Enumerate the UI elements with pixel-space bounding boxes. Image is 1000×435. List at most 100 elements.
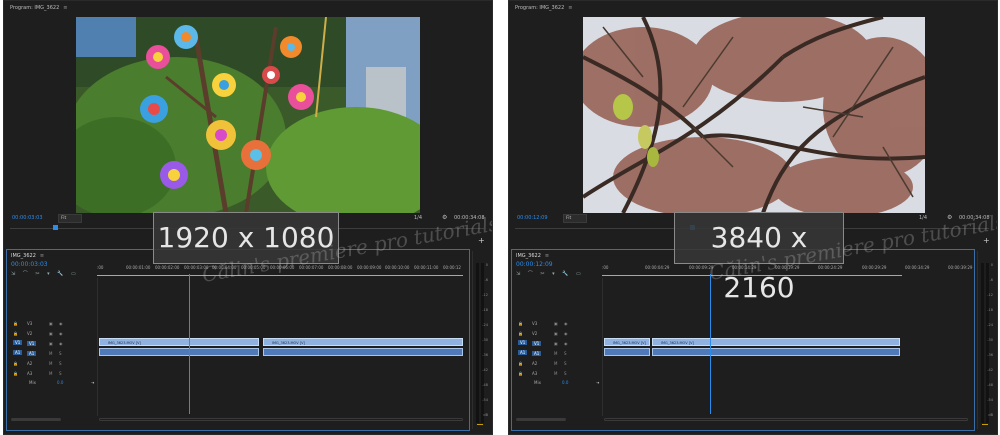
sequence-tab-label: IMG_3622 bbox=[516, 253, 541, 259]
solo-button[interactable]: S bbox=[59, 351, 62, 356]
audio-clip[interactable] bbox=[99, 348, 259, 356]
program-monitor-tab[interactable]: Program: IMG_3622 ≡ bbox=[10, 5, 67, 11]
playback-resolution[interactable]: 1/4 bbox=[919, 215, 927, 221]
timeline-playhead-line[interactable] bbox=[710, 274, 711, 414]
lock-icon[interactable]: 🔒 bbox=[13, 371, 18, 376]
audio-clip[interactable] bbox=[263, 348, 463, 356]
timeline-tools[interactable]: ⇲ ⌒ ✂ ▾ 🔧 ▭ bbox=[11, 270, 79, 277]
film-icon[interactable]: ▣ bbox=[49, 341, 53, 346]
program-monitor-tab[interactable]: Program: IMG_3622 ≡ bbox=[515, 5, 572, 11]
eye-icon[interactable]: ◉ bbox=[564, 321, 568, 326]
video-clip[interactable]: IMG_3623.MOV [V] bbox=[652, 338, 900, 346]
lock-icon[interactable]: 🔒 bbox=[13, 361, 18, 366]
audio-clip[interactable] bbox=[604, 348, 650, 356]
eye-icon[interactable]: ◉ bbox=[564, 331, 568, 336]
meter-scale-label: -54 bbox=[987, 398, 993, 402]
close-icon[interactable]: ≡ bbox=[545, 253, 549, 259]
film-icon[interactable]: ▣ bbox=[554, 331, 558, 336]
meter-scale-label: -54 bbox=[482, 398, 488, 402]
mute-button[interactable]: M bbox=[554, 371, 557, 376]
zoom-fit-dropdown[interactable]: Fit bbox=[563, 214, 587, 223]
film-icon[interactable]: ▣ bbox=[49, 331, 53, 336]
source-patch-a1[interactable]: A1 bbox=[13, 350, 23, 355]
zoom-fit-dropdown[interactable]: Fit bbox=[58, 214, 82, 223]
mix-label: Mix bbox=[534, 380, 541, 385]
meter-scale-label: -42 bbox=[482, 368, 488, 372]
film-icon[interactable]: ▣ bbox=[554, 341, 558, 346]
solo-button[interactable]: S bbox=[564, 371, 567, 376]
timeline-scrollbar[interactable] bbox=[604, 418, 968, 421]
wrench-icon[interactable]: ⚙ bbox=[947, 214, 952, 221]
source-patch-a1[interactable]: A1 bbox=[518, 350, 528, 355]
meter-level bbox=[477, 424, 483, 425]
source-patch-v1[interactable]: V1 bbox=[13, 340, 23, 345]
video-clip[interactable]: IMG_3623.MOV [V] bbox=[99, 338, 259, 346]
sequence-tab-label: IMG_3622 bbox=[11, 253, 36, 259]
audio-meter: 0 -6 -12 -18 -24 -30 -36 -42 -48 -54 dB bbox=[472, 251, 489, 429]
work-area-bar[interactable] bbox=[97, 275, 463, 276]
playhead-timecode[interactable]: 00:00:12:09 bbox=[517, 215, 548, 221]
source-patch-v1[interactable]: V1 bbox=[518, 340, 528, 345]
end-icon[interactable]: ⇥ bbox=[91, 380, 94, 385]
header-scrollbar[interactable] bbox=[516, 418, 566, 421]
lock-icon[interactable]: 🔒 bbox=[13, 321, 18, 326]
mix-value[interactable]: 0.0 bbox=[562, 380, 568, 385]
ruler-tick-label: 00:00:08:00 bbox=[328, 265, 353, 270]
header-scrollbar[interactable] bbox=[11, 418, 61, 421]
mute-button[interactable]: M bbox=[554, 361, 557, 366]
ruler-tick-label: 00:00:04:29 bbox=[645, 265, 670, 270]
sequence-timecode[interactable]: 00:00:12:09 bbox=[516, 261, 553, 268]
lock-icon[interactable]: 🔒 bbox=[518, 331, 523, 336]
ruler-tick-label: 00:00:05:00 bbox=[241, 265, 266, 270]
ruler-tick-label: 00:00:24:29 bbox=[818, 265, 843, 270]
eye-icon[interactable]: ◉ bbox=[59, 331, 63, 336]
scrubber-playhead[interactable] bbox=[53, 225, 58, 230]
solo-button[interactable]: S bbox=[59, 371, 62, 376]
video-clip[interactable]: IMG_3623.MOV [V] bbox=[263, 338, 463, 346]
close-icon[interactable]: ≡ bbox=[63, 5, 67, 11]
eye-icon[interactable]: ◉ bbox=[59, 321, 63, 326]
playhead-timecode[interactable]: 00:00:03:03 bbox=[12, 215, 43, 221]
timeline-tools[interactable]: ⇲ ⌒ ✂ ▾ 🔧 ▭ bbox=[516, 270, 584, 277]
clip-name: IMG_3623.MOV [V] bbox=[108, 341, 141, 345]
clip-name: IMG_3623.MOV [V] bbox=[661, 341, 694, 345]
solo-button[interactable]: S bbox=[564, 361, 567, 366]
ruler-tick-label: 00:00:11:00 bbox=[414, 265, 439, 270]
plus-icon[interactable]: + bbox=[983, 236, 990, 245]
solo-button[interactable]: S bbox=[59, 361, 62, 366]
sequence-tab[interactable]: IMG_3622 ≡ bbox=[516, 253, 549, 259]
lock-icon[interactable]: 🔒 bbox=[518, 371, 523, 376]
track-label: A3 bbox=[27, 371, 33, 376]
right-premiere-window: Program: IMG_3622 ≡ 00:00:12:09 Fit 1/4 … bbox=[508, 0, 998, 435]
audio-clip[interactable] bbox=[652, 348, 900, 356]
track-label: A2 bbox=[27, 361, 33, 366]
sequence-timecode[interactable]: 00:00:03:03 bbox=[11, 261, 48, 268]
ruler-tick-label: 00:00:12 bbox=[443, 265, 461, 270]
mix-value[interactable]: 0.0 bbox=[57, 380, 63, 385]
sequence-tab[interactable]: IMG_3622 ≡ bbox=[11, 253, 44, 259]
mute-button[interactable]: M bbox=[49, 351, 52, 356]
mute-button[interactable]: M bbox=[554, 351, 557, 356]
plus-icon[interactable]: + bbox=[478, 236, 485, 245]
video-clip[interactable]: IMG_3623.MOV [V] bbox=[604, 338, 650, 346]
lock-icon[interactable]: 🔒 bbox=[13, 331, 18, 336]
film-icon[interactable]: ▣ bbox=[49, 321, 53, 326]
end-icon[interactable]: ⇥ bbox=[596, 380, 599, 385]
ruler-tick-label: 00:00:39:29 bbox=[948, 265, 973, 270]
eye-icon[interactable]: ◉ bbox=[564, 341, 568, 346]
mute-button[interactable]: M bbox=[49, 361, 52, 366]
mute-button[interactable]: M bbox=[49, 371, 52, 376]
film-icon[interactable]: ▣ bbox=[554, 321, 558, 326]
timeline-scrollbar[interactable] bbox=[99, 418, 463, 421]
timeline-playhead-line[interactable] bbox=[189, 274, 190, 414]
playback-resolution[interactable]: 1/4 bbox=[414, 215, 422, 221]
time-ruler[interactable]: :00 00:00:01:00 00:00:02:00 00:00:03:00 00:0… bbox=[97, 263, 463, 275]
ruler-tick-label: 00:00:07:00 bbox=[299, 265, 324, 270]
close-icon[interactable]: ≡ bbox=[40, 253, 44, 259]
close-icon[interactable]: ≡ bbox=[568, 5, 572, 11]
lock-icon[interactable]: 🔒 bbox=[518, 321, 523, 326]
wrench-icon[interactable]: ⚙ bbox=[442, 214, 447, 221]
solo-button[interactable]: S bbox=[564, 351, 567, 356]
eye-icon[interactable]: ◉ bbox=[59, 341, 63, 346]
lock-icon[interactable]: 🔒 bbox=[518, 361, 523, 366]
